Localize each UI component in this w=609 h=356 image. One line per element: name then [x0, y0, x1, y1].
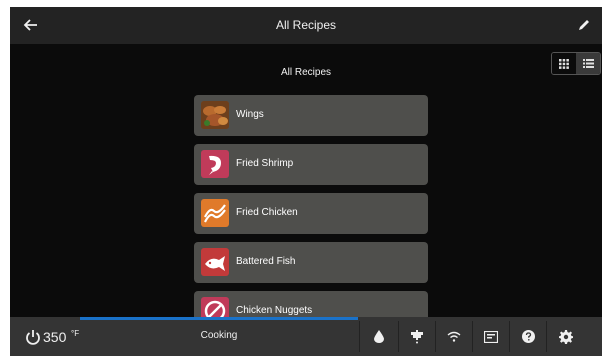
- recipe-label: Fried Shrimp: [236, 158, 294, 169]
- fish-icon: [201, 248, 229, 276]
- section-title: All Recipes: [280, 67, 332, 78]
- bacon-strips-icon: [201, 199, 229, 227]
- header-bar: All Recipes: [10, 7, 602, 44]
- faucet-icon: [411, 329, 423, 343]
- settings-icon: [559, 329, 573, 344]
- wings-photo-icon: [201, 101, 229, 129]
- divider: [359, 321, 360, 352]
- settings-button[interactable]: [548, 317, 584, 356]
- faucet-button[interactable]: [399, 317, 435, 356]
- page-title: All Recipes: [275, 18, 337, 32]
- shrimp-icon: [201, 150, 229, 178]
- recipe-item-battered-fish[interactable]: Battered Fish: [194, 242, 428, 283]
- help-icon: [521, 330, 535, 343]
- display-button[interactable]: [473, 317, 509, 356]
- water-drop-icon: [374, 330, 384, 343]
- help-button[interactable]: [510, 317, 546, 356]
- display-icon: [484, 330, 498, 343]
- cooking-progress-bar: [80, 317, 358, 320]
- wifi-button[interactable]: [436, 317, 472, 356]
- recipe-item-fried-shrimp[interactable]: Fried Shrimp: [194, 144, 428, 185]
- recipe-item-wings[interactable]: Wings: [194, 95, 428, 136]
- recipe-list: Wings Fried Shrimp Fried Chicken Battere…: [194, 95, 428, 320]
- divider: [546, 321, 547, 352]
- recipe-label: Wings: [236, 109, 264, 120]
- wifi-icon: [447, 331, 461, 342]
- recipe-item-fried-chicken[interactable]: Fried Chicken: [194, 193, 428, 234]
- app-screen: All Recipes All Recipes Wings Fried Shri…: [10, 7, 602, 356]
- recipe-item-chicken-nuggets[interactable]: Chicken Nuggets: [194, 291, 428, 320]
- recipe-label: Fried Chicken: [236, 207, 298, 218]
- pencil-icon[interactable]: [576, 17, 592, 33]
- recipe-label: Chicken Nuggets: [236, 305, 313, 316]
- recipe-label: Battered Fish: [236, 256, 296, 267]
- water-button[interactable]: [361, 317, 397, 356]
- status-bar: 350 °F Cooking: [10, 317, 602, 356]
